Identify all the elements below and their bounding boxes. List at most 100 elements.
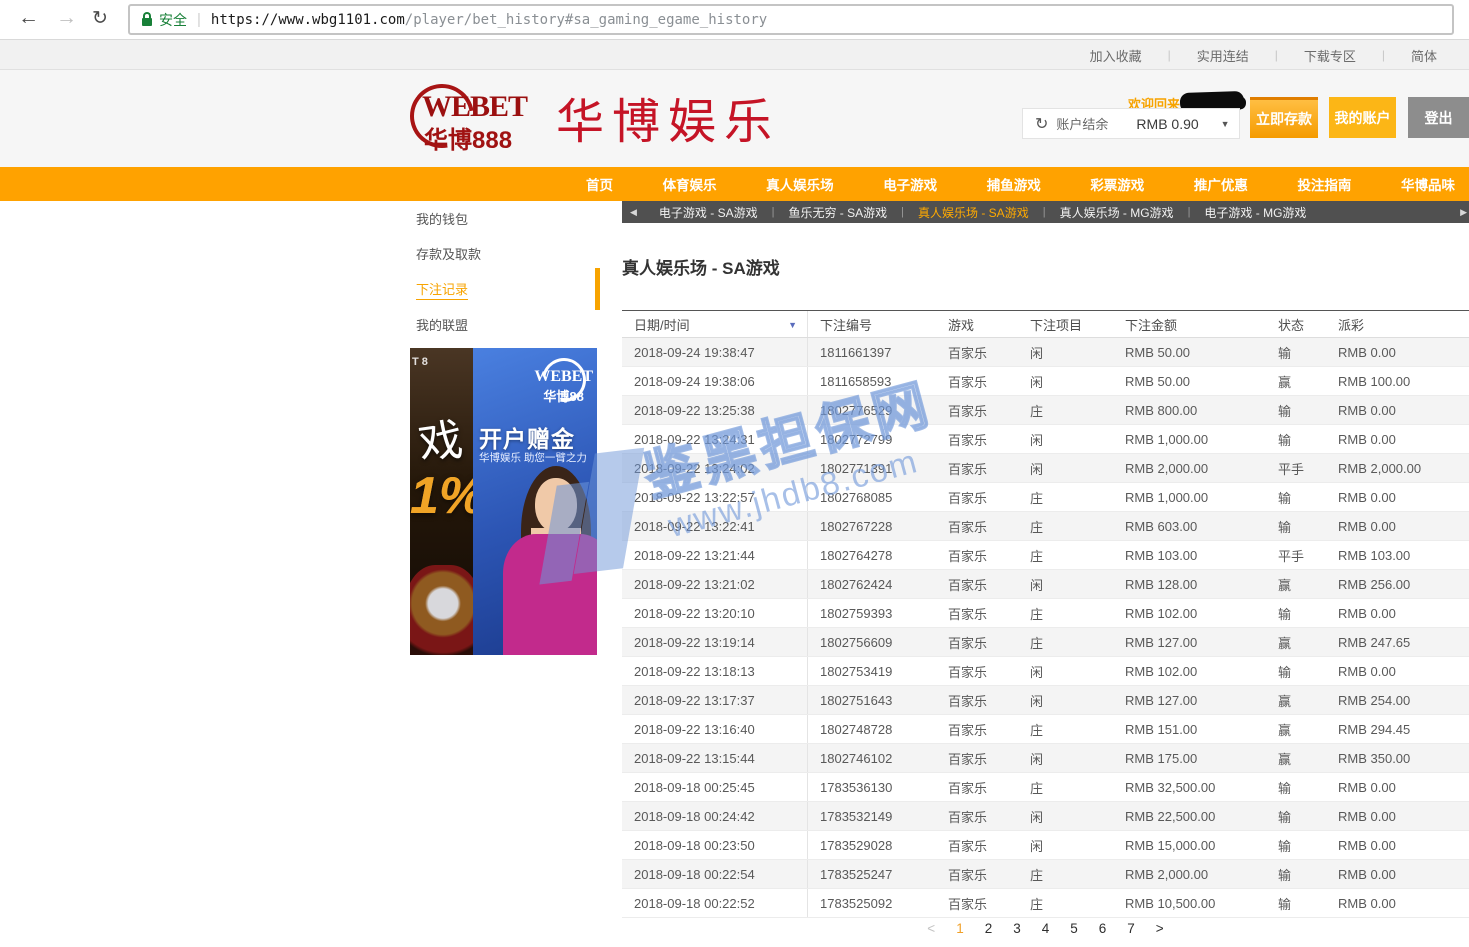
site-logo[interactable]: WEBET 华博888 华博娱乐 bbox=[408, 78, 780, 156]
cell: 1802746102 bbox=[808, 751, 936, 766]
pagination-next[interactable]: > bbox=[1156, 921, 1164, 936]
cell: RMB 103.00 bbox=[1326, 548, 1469, 563]
banner-open-account[interactable]: WEBET 华博88 开户赠金 华博娱乐 助您一臂之力 bbox=[473, 348, 597, 655]
logout-button[interactable]: 登出 bbox=[1408, 97, 1469, 138]
cell: RMB 10,500.00 bbox=[1113, 896, 1266, 911]
history-tab[interactable]: 鱼乐无穷 - SA游戏 bbox=[774, 204, 901, 221]
browser-reload-icon[interactable]: ↻ bbox=[92, 7, 108, 30]
table-row: 2018-09-22 13:15:441802746102百家乐闲RMB 175… bbox=[622, 744, 1469, 773]
nav-item[interactable]: 投注指南 bbox=[1297, 174, 1351, 194]
history-tab[interactable]: 真人娱乐场 - SA游戏 bbox=[904, 204, 1043, 221]
cell: 平手 bbox=[1266, 546, 1326, 565]
tabs-scroll-left-icon[interactable]: ◀ bbox=[622, 207, 645, 218]
cell: 百家乐 bbox=[936, 575, 1018, 594]
cell: RMB 800.00 bbox=[1113, 403, 1266, 418]
cell: 2018-09-18 00:23:50 bbox=[622, 831, 808, 859]
nav-item[interactable]: 体育娱乐 bbox=[663, 174, 717, 194]
table-row: 2018-09-18 00:25:451783536130百家乐庄RMB 32,… bbox=[622, 773, 1469, 802]
cell: 2018-09-18 00:25:45 bbox=[622, 773, 808, 801]
pagination-page[interactable]: 6 bbox=[1099, 921, 1107, 936]
cell: 2018-09-22 13:20:10 bbox=[622, 599, 808, 627]
cell: 庄 bbox=[1018, 401, 1113, 420]
nav-item[interactable]: 彩票游戏 bbox=[1090, 174, 1144, 194]
cell: 庄 bbox=[1018, 546, 1113, 565]
cell: 百家乐 bbox=[936, 430, 1018, 449]
nav-item[interactable]: 真人娱乐场 bbox=[766, 174, 834, 194]
refresh-balance-icon[interactable]: ↻ bbox=[1035, 114, 1048, 134]
banner-warrior[interactable]: T 8 戏 1% bbox=[410, 348, 473, 655]
sidebar-item[interactable]: 我的联盟 bbox=[410, 307, 600, 342]
cell: 百家乐 bbox=[936, 633, 1018, 652]
cell: RMB 102.00 bbox=[1113, 606, 1266, 621]
nav-item[interactable]: 华博品味 bbox=[1401, 174, 1455, 194]
column-header[interactable]: 状态 bbox=[1266, 315, 1326, 334]
cell: 百家乐 bbox=[936, 488, 1018, 507]
cell: RMB 0.00 bbox=[1326, 664, 1469, 679]
column-header[interactable]: 日期/时间▼ bbox=[622, 311, 808, 337]
cell: RMB 2,000.00 bbox=[1113, 461, 1266, 476]
table-row: 2018-09-22 13:24:021802771391百家乐闲RMB 2,0… bbox=[622, 454, 1469, 483]
url-text: https://www.wbg1101.com/player/bet_histo… bbox=[211, 12, 767, 28]
column-header[interactable]: 下注金额 bbox=[1113, 315, 1266, 334]
pagination-page[interactable]: 4 bbox=[1042, 921, 1050, 936]
cell: 2018-09-18 00:22:52 bbox=[622, 889, 808, 917]
top-link-2[interactable]: 实用连结 bbox=[1171, 46, 1275, 65]
column-header[interactable]: 游戏 bbox=[936, 315, 1018, 334]
sidebar-item[interactable]: 存款及取款 bbox=[410, 236, 600, 271]
pagination-page[interactable]: 5 bbox=[1070, 921, 1078, 936]
column-header[interactable]: 派彩 bbox=[1326, 315, 1469, 334]
balance-dropdown-icon[interactable]: ▼ bbox=[1221, 119, 1230, 129]
pagination-prev[interactable]: < bbox=[927, 921, 935, 936]
cell: 输 bbox=[1266, 517, 1326, 536]
cell: 2018-09-22 13:17:37 bbox=[622, 686, 808, 714]
nav-item[interactable]: 首页 bbox=[586, 174, 613, 194]
cell: 百家乐 bbox=[936, 401, 1018, 420]
browser-back-icon[interactable]: ← bbox=[18, 6, 39, 30]
column-header[interactable]: 下注编号 bbox=[808, 315, 936, 334]
browser-chrome: ← → ↻ 安全 | https://www.wbg1101.com/playe… bbox=[0, 0, 1469, 40]
nav-item[interactable]: 电子游戏 bbox=[883, 174, 937, 194]
history-tab[interactable]: 电子游戏 - MG游戏 bbox=[1190, 204, 1320, 221]
cell: RMB 0.00 bbox=[1326, 403, 1469, 418]
sidebar-item-label: 我的钱包 bbox=[416, 209, 468, 229]
table-row: 2018-09-22 13:25:381802776529百家乐庄RMB 800… bbox=[622, 396, 1469, 425]
sidebar-item[interactable]: 下注记录 bbox=[410, 271, 600, 307]
cell: RMB 603.00 bbox=[1113, 519, 1266, 534]
cell: 百家乐 bbox=[936, 691, 1018, 710]
pagination-page[interactable]: 7 bbox=[1127, 921, 1135, 936]
browser-forward-icon[interactable]: → bbox=[56, 6, 77, 30]
cell: RMB 100.00 bbox=[1326, 374, 1469, 389]
cell: 百家乐 bbox=[936, 836, 1018, 855]
sidebar-item[interactable]: 我的钱包 bbox=[410, 201, 600, 236]
nav-item[interactable]: 推广优惠 bbox=[1194, 174, 1248, 194]
deposit-button[interactable]: 立即存款 bbox=[1250, 97, 1318, 138]
cell: RMB 15,000.00 bbox=[1113, 838, 1266, 853]
sidebar-item-label: 下注记录 bbox=[416, 279, 468, 300]
top-link-3[interactable]: 下载专区 bbox=[1278, 46, 1382, 65]
table-body: 2018-09-24 19:38:471811661397百家乐闲RMB 50.… bbox=[622, 338, 1469, 918]
sort-desc-icon[interactable]: ▼ bbox=[788, 320, 797, 330]
cell: 2018-09-22 13:22:57 bbox=[622, 483, 808, 511]
cell: 百家乐 bbox=[936, 372, 1018, 391]
my-account-button[interactable]: 我的账户 bbox=[1329, 97, 1396, 138]
cell: 输 bbox=[1266, 865, 1326, 884]
cell: 1802759393 bbox=[808, 606, 936, 621]
cell: RMB 151.00 bbox=[1113, 722, 1266, 737]
top-link-1[interactable]: 加入收藏 bbox=[1064, 46, 1168, 65]
cell: 闲 bbox=[1018, 749, 1113, 768]
column-header[interactable]: 下注项目 bbox=[1018, 315, 1113, 334]
logo-webet-text: WEBET bbox=[422, 90, 527, 124]
nav-item[interactable]: 捕鱼游戏 bbox=[987, 174, 1041, 194]
cell: 赢 bbox=[1266, 749, 1326, 768]
cell: 平手 bbox=[1266, 459, 1326, 478]
top-link-4[interactable]: 简体 bbox=[1385, 46, 1463, 65]
pagination-page[interactable]: 1 bbox=[956, 921, 964, 936]
history-tab[interactable]: 真人娱乐场 - MG游戏 bbox=[1046, 204, 1188, 221]
pagination-page[interactable]: 3 bbox=[1013, 921, 1021, 936]
tabs-scroll-right-icon[interactable]: ▶ bbox=[1454, 207, 1469, 218]
cell: 2018-09-22 13:24:31 bbox=[622, 425, 808, 453]
history-tab[interactable]: 电子游戏 - SA游戏 bbox=[645, 204, 772, 221]
pagination-page[interactable]: 2 bbox=[985, 921, 993, 936]
cell: 1802748728 bbox=[808, 722, 936, 737]
address-bar[interactable]: 安全 | https://www.wbg1101.com/player/bet_… bbox=[128, 4, 1454, 35]
